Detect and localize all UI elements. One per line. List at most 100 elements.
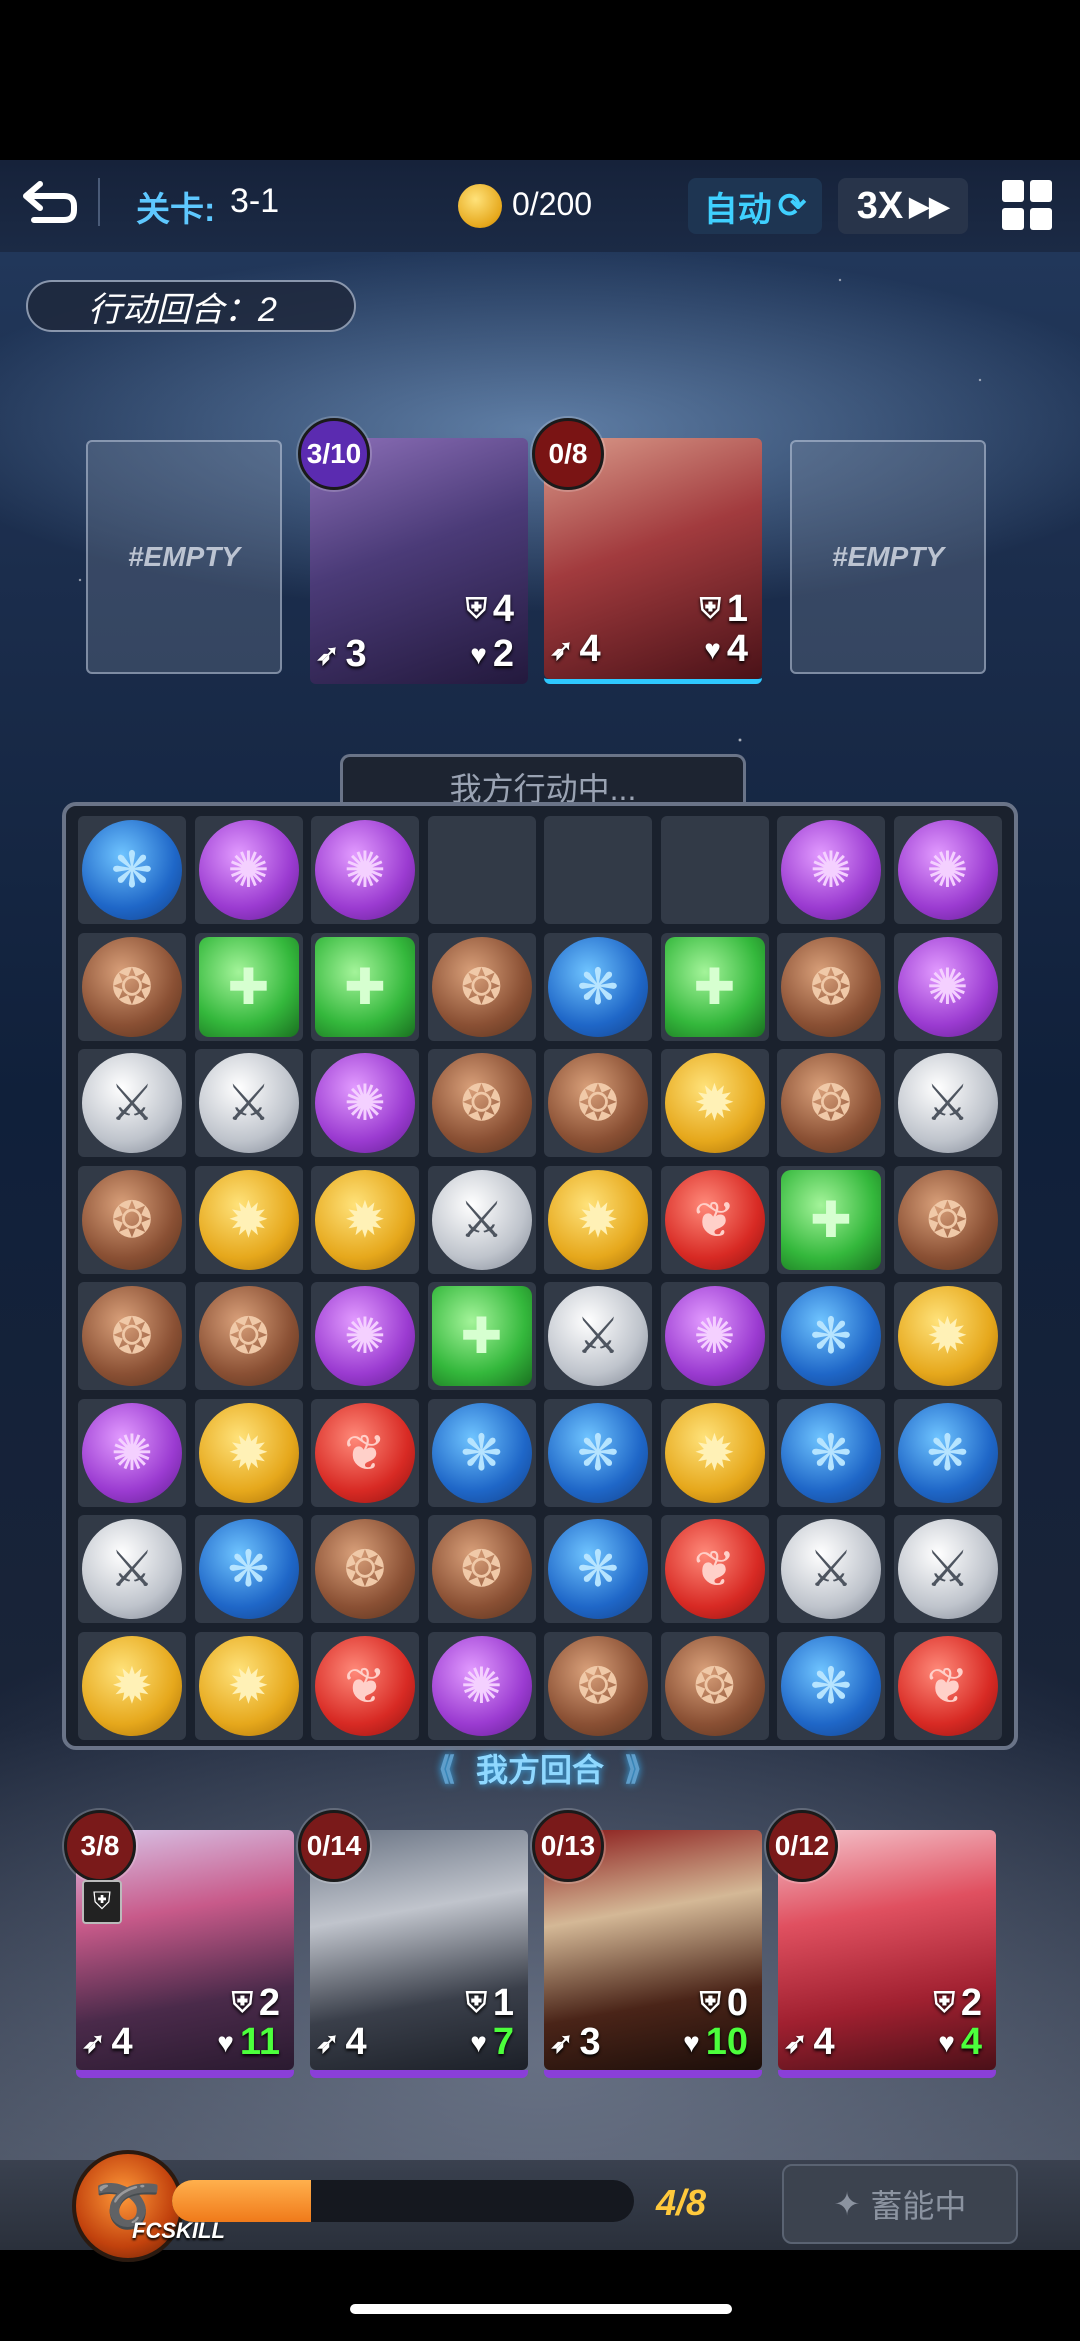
red-gem-icon[interactable]: ❦ xyxy=(664,1169,765,1270)
purple-gem-icon[interactable]: ✺ xyxy=(781,820,881,920)
brown-gem-icon[interactable]: ❂ xyxy=(82,1169,182,1270)
level-label: 关卡: xyxy=(136,191,216,229)
green-gem-icon[interactable]: ✚ xyxy=(664,936,765,1037)
gold-gem-icon[interactable]: ✹ xyxy=(82,1635,182,1736)
speed-button[interactable]: 3X ▶▶ xyxy=(838,178,968,234)
home-indicator[interactable] xyxy=(350,2304,732,2314)
silver-gem-icon[interactable]: ⚔ xyxy=(897,1053,998,1153)
green-gem-icon[interactable]: ✚ xyxy=(431,1286,532,1386)
purple-gem-icon[interactable]: ✺ xyxy=(315,1053,415,1153)
purple-gem-icon[interactable]: ✺ xyxy=(897,820,998,920)
top-divider xyxy=(98,178,100,226)
gold-gem-icon[interactable]: ✹ xyxy=(664,1053,765,1153)
hero-card-2[interactable]: 0/14 ⛨ 1 ➶ 4 ♥ 7 xyxy=(298,1810,528,2078)
gold-gem-icon[interactable]: ✹ xyxy=(897,1286,998,1386)
charge-badge: 3/10 xyxy=(298,418,370,490)
turn-counter: 行动回合：2 xyxy=(26,280,356,332)
speed-value: 4 xyxy=(111,2021,133,2063)
gold-gem-icon[interactable]: ✹ xyxy=(315,1169,415,1270)
auto-label: 自动 xyxy=(703,190,772,229)
purple-gem-icon[interactable]: ✺ xyxy=(82,1402,182,1503)
purple-gem-icon[interactable]: ✺ xyxy=(315,1286,415,1386)
speed-value: 3 xyxy=(579,2021,601,2063)
green-gem-icon[interactable]: ✚ xyxy=(315,936,415,1037)
skill-emblem-icon[interactable]: ➰ xyxy=(72,2150,184,2262)
blue-gem-icon[interactable]: ❋ xyxy=(781,1635,881,1736)
silver-gem-icon[interactable]: ⚔ xyxy=(198,1053,299,1153)
speed-value: 4 xyxy=(579,628,601,670)
red-gem-icon[interactable]: ❦ xyxy=(664,1519,765,1619)
brown-gem-icon[interactable]: ❂ xyxy=(548,1053,648,1153)
back-button[interactable] xyxy=(20,176,80,228)
blue-gem-icon[interactable]: ❋ xyxy=(548,1519,648,1619)
gold-gem-icon[interactable]: ✹ xyxy=(198,1402,299,1503)
blue-gem-icon[interactable]: ❋ xyxy=(897,1402,998,1503)
hero-card-1[interactable]: 3/8 ⛨ ⛨ 2 ➶ 4 ♥ 11 xyxy=(64,1810,294,2078)
enemy-card-2[interactable]: 0/8 ⛨ 1 ➶ 4 ♥ 4 xyxy=(532,418,762,684)
blue-gem-icon[interactable]: ❋ xyxy=(548,936,648,1037)
auto-battle-button[interactable]: 自动 ⟳ xyxy=(688,178,822,234)
blue-gem-icon[interactable]: ❋ xyxy=(781,1402,881,1503)
brown-gem-icon[interactable]: ❂ xyxy=(431,1519,532,1619)
energy-bar xyxy=(172,2180,634,2222)
empty-enemy-slot-left: #EMPTY xyxy=(86,440,282,674)
purple-gem-icon[interactable]: ✺ xyxy=(198,820,299,920)
red-gem-icon[interactable]: ❦ xyxy=(315,1402,415,1503)
boot-icon: ➶ xyxy=(316,639,340,670)
heart-icon: ♥ xyxy=(683,2026,700,2058)
brown-gem-icon[interactable]: ❂ xyxy=(431,936,532,1037)
brown-gem-icon[interactable]: ❂ xyxy=(315,1519,415,1619)
shield-icon: ⛨ xyxy=(465,593,487,624)
gold-gem-icon[interactable]: ✹ xyxy=(198,1169,299,1270)
charge-skill-button[interactable]: ✦ 蓄能中 xyxy=(782,2164,1018,2244)
purple-gem-icon[interactable]: ✺ xyxy=(664,1286,765,1386)
board-cell[interactable] xyxy=(544,816,652,924)
green-gem-icon[interactable]: ✚ xyxy=(781,1169,881,1270)
brown-gem-icon[interactable]: ❂ xyxy=(431,1053,532,1153)
silver-gem-icon[interactable]: ⚔ xyxy=(431,1169,532,1270)
energy-fill xyxy=(172,2180,311,2222)
brown-gem-icon[interactable]: ❂ xyxy=(198,1286,299,1386)
back-arrow-icon xyxy=(23,181,77,223)
brown-gem-icon[interactable]: ❂ xyxy=(548,1635,648,1736)
brown-gem-icon[interactable]: ❂ xyxy=(82,936,182,1037)
silver-gem-icon[interactable]: ⚔ xyxy=(781,1519,881,1619)
blue-gem-icon[interactable]: ❋ xyxy=(548,1402,648,1503)
boot-icon: ➶ xyxy=(316,2027,340,2058)
charge-badge: 0/14 xyxy=(298,1810,370,1882)
hero-card-4[interactable]: 0/12 ⛨ 2 ➶ 4 ♥ 4 xyxy=(766,1810,996,2078)
hero-card-3[interactable]: 0/13 ⛨ 0 ➶ 3 ♥ 10 xyxy=(532,1810,762,2078)
boot-icon: ➶ xyxy=(550,2027,574,2058)
silver-gem-icon[interactable]: ⚔ xyxy=(82,1053,182,1153)
brown-gem-icon[interactable]: ❂ xyxy=(781,936,881,1037)
brown-gem-icon[interactable]: ❂ xyxy=(781,1053,881,1153)
menu-grid-icon[interactable] xyxy=(1002,180,1052,230)
blue-gem-icon[interactable]: ❋ xyxy=(82,820,182,920)
shield-icon: ⛨ xyxy=(699,1987,721,2018)
board-cell[interactable] xyxy=(427,816,536,924)
enemy-card-1[interactable]: 3/10 ⛨ 4 ➶ 3 ♥ 2 xyxy=(298,418,528,684)
brown-gem-icon[interactable]: ❂ xyxy=(664,1635,765,1736)
blue-gem-icon[interactable]: ❋ xyxy=(431,1402,532,1503)
gold-gem-icon[interactable]: ✹ xyxy=(664,1402,765,1503)
purple-gem-icon[interactable]: ✺ xyxy=(897,936,998,1037)
shield-icon: ⛨ xyxy=(933,1987,955,2018)
purple-gem-icon[interactable]: ✺ xyxy=(431,1635,532,1736)
silver-gem-icon[interactable]: ⚔ xyxy=(548,1286,648,1386)
heart-icon: ♥ xyxy=(217,2026,234,2058)
silver-gem-icon[interactable]: ⚔ xyxy=(897,1519,998,1619)
blue-gem-icon[interactable]: ❋ xyxy=(781,1286,881,1386)
gold-gem-icon[interactable]: ✹ xyxy=(548,1169,648,1270)
silver-gem-icon[interactable]: ⚔ xyxy=(82,1519,182,1619)
hp-value: 7 xyxy=(492,2021,514,2063)
board-cell[interactable] xyxy=(660,816,769,924)
blue-gem-icon[interactable]: ❋ xyxy=(198,1519,299,1619)
green-gem-icon[interactable]: ✚ xyxy=(198,936,299,1037)
brown-gem-icon[interactable]: ❂ xyxy=(897,1169,998,1270)
brown-gem-icon[interactable]: ❂ xyxy=(82,1286,182,1386)
heart-icon: ♥ xyxy=(704,633,721,665)
gold-gem-icon[interactable]: ✹ xyxy=(198,1635,299,1736)
red-gem-icon[interactable]: ❦ xyxy=(315,1635,415,1736)
purple-gem-icon[interactable]: ✺ xyxy=(315,820,415,920)
red-gem-icon[interactable]: ❦ xyxy=(897,1635,998,1736)
